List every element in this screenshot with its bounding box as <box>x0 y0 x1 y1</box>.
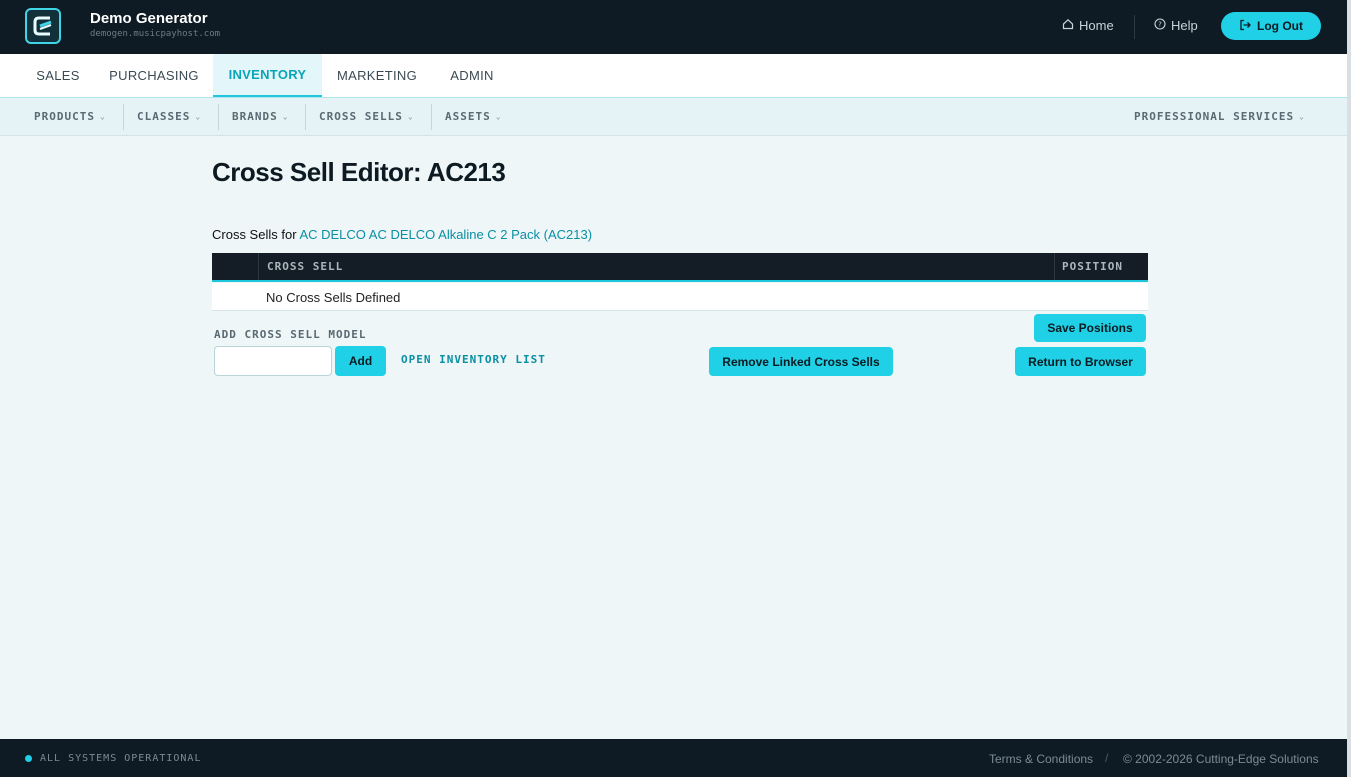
subnav-brands-label: BRANDS <box>232 110 278 123</box>
column-header-position[interactable]: POSITION <box>1062 253 1123 280</box>
chevron-down-icon: ⌄ <box>99 112 106 121</box>
product-link[interactable]: AC DELCO AC DELCO Alkaline C 2 Pack (AC2… <box>299 227 592 242</box>
add-button[interactable]: Add <box>335 346 386 376</box>
system-status: ALL SYSTEMS OPERATIONAL <box>40 753 202 764</box>
subnav-divider <box>431 104 432 130</box>
subnav-divider <box>123 104 124 130</box>
column-divider <box>258 253 259 280</box>
logout-button[interactable]: Log Out <box>1221 12 1321 40</box>
column-header-cross-sell[interactable]: CROSS SELL <box>267 253 343 280</box>
help-link[interactable]: ? Help <box>1154 18 1198 33</box>
footer: ALL SYSTEMS OPERATIONAL Terms & Conditio… <box>0 739 1347 777</box>
footer-separator: / <box>1105 751 1109 765</box>
empty-table-message: No Cross Sells Defined <box>266 290 401 305</box>
sub-navigation: PRODUCTS ⌄ CLASSES ⌄ BRANDS ⌄ CROSS SELLS ⌄ … <box>0 98 1347 136</box>
chevron-down-icon: ⌄ <box>195 112 202 121</box>
add-cross-sell-input[interactable] <box>214 346 332 376</box>
app-title: Demo Generator <box>90 10 208 27</box>
remove-linked-cross-sells-button[interactable]: Remove Linked Cross Sells <box>709 347 893 376</box>
tab-purchasing[interactable]: PURCHASING <box>101 54 207 97</box>
subnav-products-label: PRODUCTS <box>34 110 95 123</box>
cross-sells-for-prefix: Cross Sells for <box>212 227 297 242</box>
subnav-divider <box>218 104 219 130</box>
window-right-edge <box>1347 0 1351 777</box>
app-hostname: demogen.musicpayhost.com <box>90 29 221 39</box>
status-dot-icon <box>25 755 32 762</box>
svg-text:?: ? <box>1158 21 1162 29</box>
logout-icon <box>1239 19 1251 34</box>
subnav-classes-label: CLASSES <box>137 110 191 123</box>
open-inventory-link[interactable]: OPEN INVENTORY LIST <box>401 353 546 366</box>
main-tabs: SALES PURCHASING INVENTORY MARKETING ADM… <box>0 54 1347 98</box>
subnav-assets[interactable]: ASSETS ⌄ <box>445 98 502 135</box>
chevron-down-icon: ⌄ <box>1299 112 1305 121</box>
app-logo-icon[interactable] <box>25 8 61 44</box>
tab-admin[interactable]: ADMIN <box>436 54 508 97</box>
copyright: © 2002-2026 Cutting-Edge Solutions <box>1123 752 1319 766</box>
cross-sell-table-header: CROSS SELL POSITION <box>212 253 1148 282</box>
home-link[interactable]: Home <box>1062 18 1114 33</box>
top-header: Demo Generator demogen.musicpayhost.com … <box>0 0 1351 54</box>
tab-sales[interactable]: SALES <box>20 54 96 97</box>
chevron-down-icon: ⌄ <box>407 112 414 121</box>
subnav-products[interactable]: PRODUCTS ⌄ <box>34 98 106 135</box>
help-icon: ? <box>1154 18 1166 33</box>
tab-marketing[interactable]: MARKETING <box>328 54 426 97</box>
subnav-professional-services-label: PROFESSIONAL SERVICES <box>1134 110 1295 123</box>
subnav-cross-sells[interactable]: CROSS SELLS ⌄ <box>319 98 414 135</box>
logout-label: Log Out <box>1257 19 1303 33</box>
subnav-cross-sells-label: CROSS SELLS <box>319 110 403 123</box>
save-positions-button[interactable]: Save Positions <box>1034 314 1146 342</box>
home-icon <box>1062 18 1074 33</box>
home-link-label: Home <box>1079 18 1114 33</box>
add-cross-sell-label: ADD CROSS SELL MODEL <box>214 328 367 341</box>
tab-inventory[interactable]: INVENTORY <box>213 54 322 97</box>
subnav-classes[interactable]: CLASSES ⌄ <box>137 98 201 135</box>
help-link-label: Help <box>1171 18 1198 33</box>
table-row: No Cross Sells Defined <box>212 283 1148 311</box>
cross-sells-for-line: Cross Sells for AC DELCO AC DELCO Alkali… <box>212 227 592 242</box>
return-to-browser-button[interactable]: Return to Browser <box>1015 347 1146 376</box>
subnav-assets-label: ASSETS <box>445 110 491 123</box>
subnav-professional-services[interactable]: PROFESSIONAL SERVICES ⌄ <box>1134 98 1305 135</box>
column-divider <box>1054 253 1055 280</box>
chevron-down-icon: ⌄ <box>495 112 502 121</box>
header-divider <box>1134 15 1135 39</box>
chevron-down-icon: ⌄ <box>282 112 289 121</box>
terms-link[interactable]: Terms & Conditions <box>989 752 1093 766</box>
subnav-divider <box>305 104 306 130</box>
page-title: Cross Sell Editor: AC213 <box>212 157 506 187</box>
subnav-brands[interactable]: BRANDS ⌄ <box>232 98 289 135</box>
